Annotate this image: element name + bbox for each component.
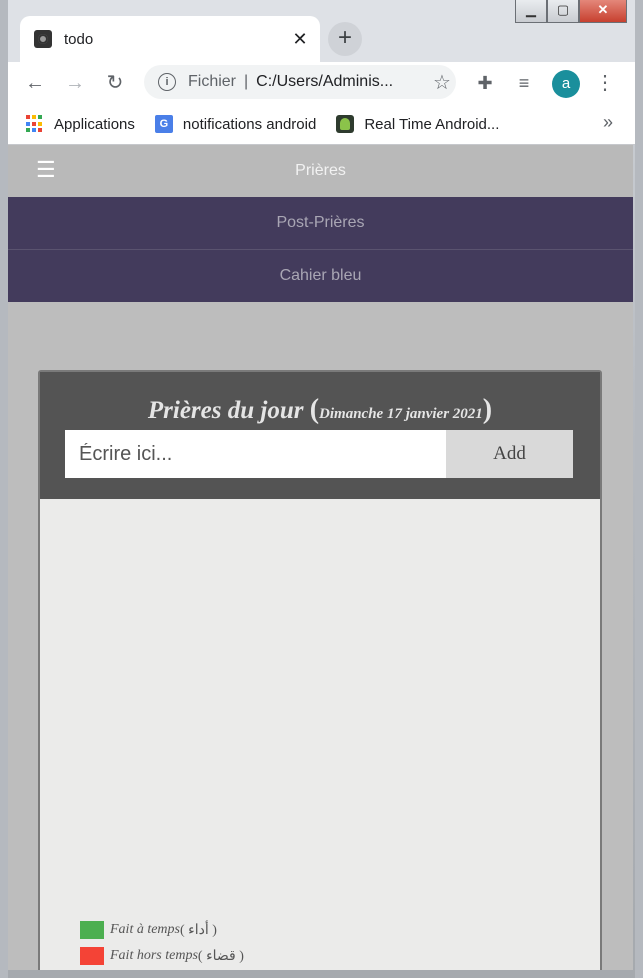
- card-title: Prières du jour (Dimanche 17 janvier 202…: [40, 394, 600, 426]
- paren-close: ): [482, 394, 493, 425]
- paren-open: (: [309, 394, 320, 425]
- back-icon[interactable]: ←: [22, 70, 48, 96]
- tab-todo[interactable]: todo ✕: [20, 16, 320, 62]
- url-scheme: Fichier: [188, 73, 237, 90]
- nav-item-cahier-bleu[interactable]: Cahier bleu: [8, 250, 633, 302]
- site-info-icon[interactable]: i: [158, 73, 176, 91]
- legend-label: Fait hors temps: [110, 948, 198, 963]
- tab-strip: todo ✕ + ▁ ▢ ✕: [8, 0, 635, 62]
- bookmark-applications[interactable]: Applications: [26, 115, 135, 133]
- url-text: C:/Users/Adminis...: [256, 73, 394, 90]
- bookmark-label: notifications android: [182, 115, 317, 133]
- bookmark-label: Real Time Android...: [364, 115, 500, 133]
- card-title-text: Prières du jour: [147, 397, 304, 424]
- address-bar[interactable]: i Fichier | C:/Users/Adminis... ☆: [144, 65, 456, 99]
- window-controls: ▁ ▢ ✕: [515, 0, 627, 23]
- url-separator: |: [244, 73, 249, 90]
- google-translate-icon: G: [154, 115, 173, 133]
- tab-favicon-icon: [34, 30, 52, 48]
- legend-swatch-red: [80, 947, 104, 965]
- card-date: Dimanche 17 janvier 2021: [319, 406, 483, 422]
- media-queue-icon[interactable]: ≡: [511, 70, 537, 96]
- card-header: Prières du jour (Dimanche 17 janvier 202…: [40, 372, 600, 499]
- bookmarks-overflow-icon[interactable]: »: [603, 112, 613, 133]
- legend-swatch-green: [80, 921, 104, 939]
- more-menu-icon[interactable]: ⋮: [592, 70, 618, 96]
- browser-toolbar: ← → ↻ i Fichier | C:/Users/Adminis... ☆ …: [8, 62, 635, 104]
- bookmark-notifications-android[interactable]: G notifications android: [154, 115, 317, 133]
- nav-item-post-prieres[interactable]: Post-Prières: [8, 197, 633, 250]
- prayer-input[interactable]: [65, 430, 446, 478]
- legend-arabic: ( قضاء ): [197, 948, 244, 964]
- app-header: ☰ Prières: [8, 145, 633, 197]
- page-viewport: ☰ Prières Post-Prières Cahier bleu Prièr…: [8, 145, 633, 970]
- legend-arabic: ( أداء ): [180, 922, 217, 938]
- tab-close-icon[interactable]: ✕: [288, 29, 312, 50]
- close-window-button[interactable]: ✕: [579, 0, 627, 23]
- bookmark-star-icon[interactable]: ☆: [428, 70, 456, 95]
- window-frame-right: [635, 0, 643, 978]
- legend: Fait à temps ( أداء ) Fait hors temps ( …: [80, 917, 244, 969]
- legend-item-late: Fait hors temps ( قضاء ): [80, 943, 244, 969]
- profile-avatar[interactable]: a: [552, 70, 580, 98]
- legend-label: Fait à temps: [110, 922, 180, 937]
- prayers-card: Prières du jour (Dimanche 17 janvier 202…: [38, 370, 602, 970]
- new-tab-button[interactable]: +: [328, 22, 362, 56]
- tab-title: todo: [64, 30, 94, 48]
- bookmarks-bar: Applications G notifications android Rea…: [8, 104, 635, 145]
- app-title[interactable]: Prières: [8, 162, 633, 180]
- forward-icon[interactable]: →: [62, 70, 88, 96]
- android-icon: [336, 115, 355, 133]
- maximize-button[interactable]: ▢: [547, 0, 579, 23]
- legend-item-on-time: Fait à temps ( أداء ): [80, 917, 244, 943]
- add-button[interactable]: Add: [446, 430, 573, 478]
- bookmark-real-time-android[interactable]: Real Time Android...: [336, 115, 499, 133]
- bookmark-label: Applications: [54, 115, 135, 133]
- add-prayer-form: Add: [65, 430, 573, 478]
- reload-icon[interactable]: ↻: [102, 70, 128, 96]
- extensions-icon[interactable]: ✚: [472, 70, 498, 96]
- window-frame-left: [0, 0, 8, 978]
- browser-window: todo ✕ + ▁ ▢ ✕ ← → ↻ i Fichier | C:/User…: [0, 0, 643, 978]
- apps-grid-icon: [26, 115, 44, 133]
- minimize-button[interactable]: ▁: [515, 0, 547, 23]
